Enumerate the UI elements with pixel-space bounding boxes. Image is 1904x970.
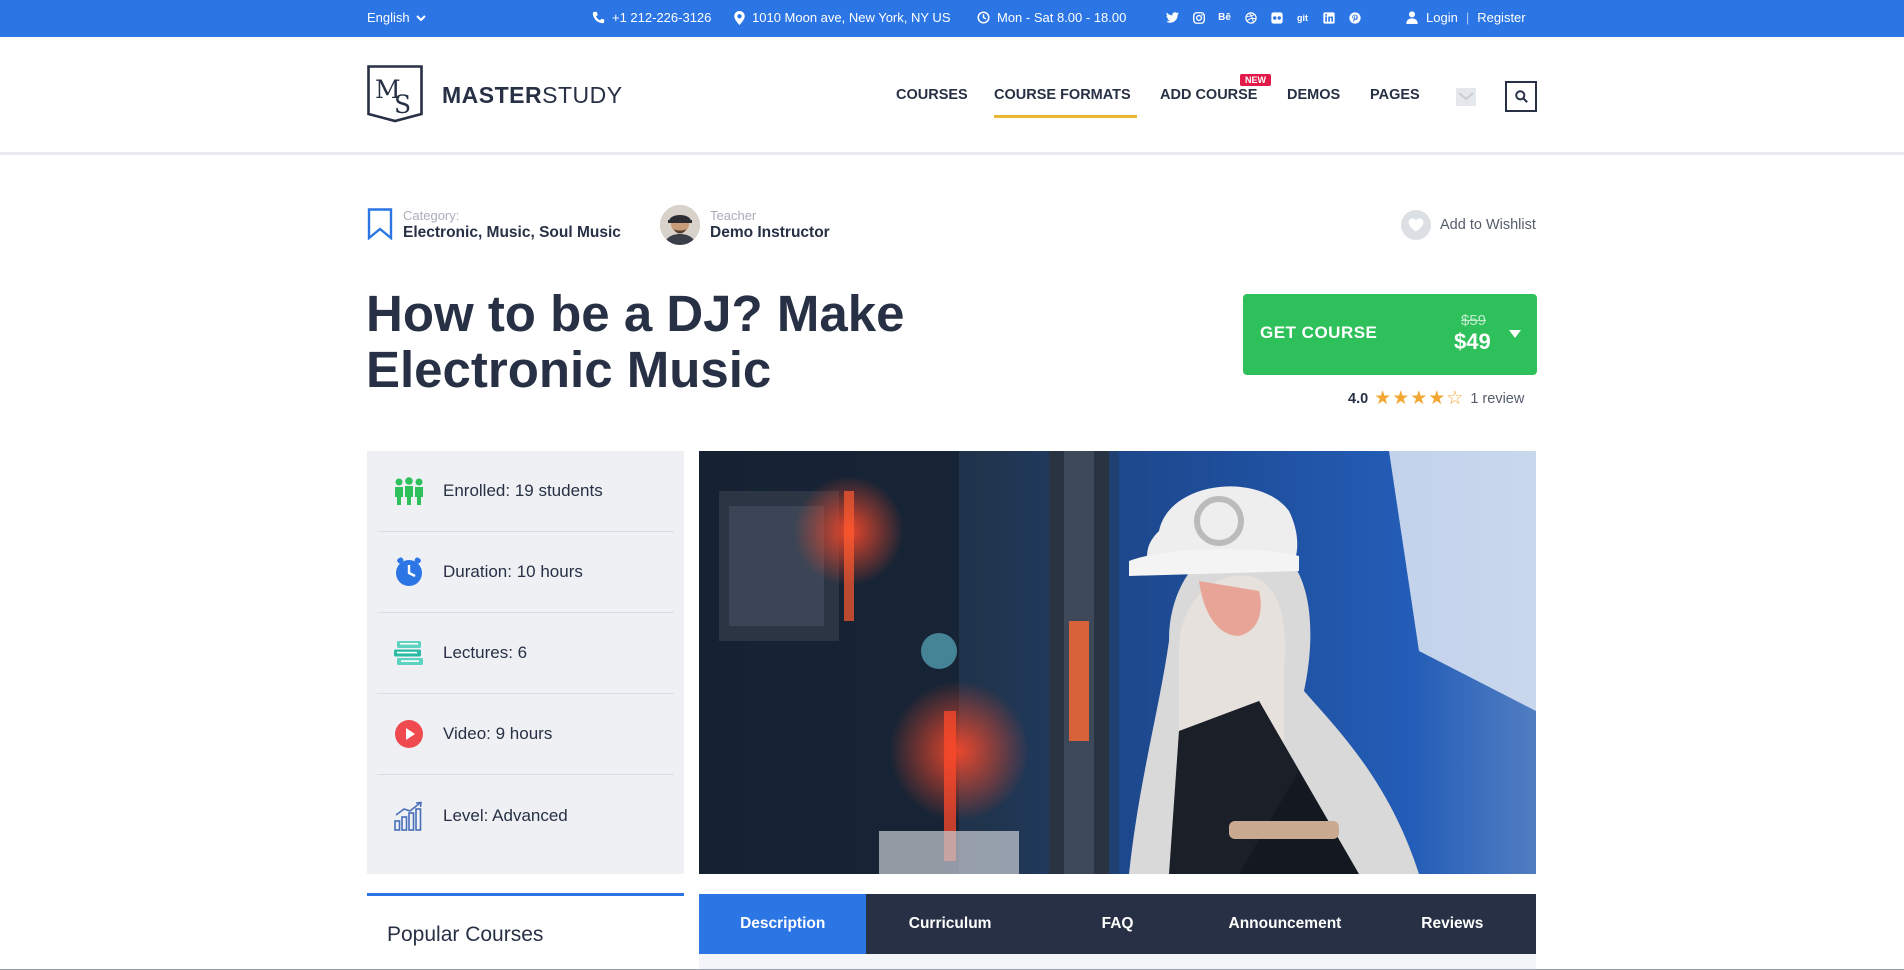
search-button[interactable] [1505, 81, 1537, 112]
language-label: English [367, 10, 410, 25]
search-icon [1514, 90, 1528, 103]
course-category: Category: Electronic, Music, Soul Music [367, 208, 621, 242]
address-text: 1010 Moon ave, New York, NY US [752, 10, 951, 25]
category-value[interactable]: Electronic, Music, Soul Music [403, 224, 621, 242]
dribbble-icon[interactable] [1243, 10, 1258, 25]
bookmark-icon [367, 208, 393, 240]
rating-score: 4.0 [1348, 390, 1369, 407]
logo-mark[interactable]: M S [367, 65, 423, 123]
clock-outline-icon [977, 11, 990, 24]
tab-reviews[interactable]: Reviews [1369, 894, 1536, 954]
logo-text[interactable]: MASTERSTUDY [442, 82, 623, 109]
play-icon [394, 719, 424, 749]
chevron-down-icon [415, 14, 426, 21]
git-icon[interactable]: git [1295, 10, 1310, 25]
info-level: Level: Advanced [377, 775, 674, 856]
info-duration-text: Duration: 10 hours [443, 562, 583, 581]
nav-pages[interactable]: PAGES [1370, 87, 1420, 103]
map-pin-icon [734, 10, 745, 25]
teacher-name[interactable]: Demo Instructor [710, 224, 830, 242]
heart-icon-wrap [1401, 210, 1431, 240]
students-icon [394, 476, 424, 506]
info-level-text: Level: Advanced [443, 805, 568, 825]
nav-course-formats[interactable]: COURSE FORMATS [994, 87, 1137, 118]
login-link[interactable]: Login [1426, 10, 1458, 25]
info-video: Video: 9 hours [377, 694, 674, 775]
tab-curriculum[interactable]: Curriculum [866, 894, 1033, 954]
info-lectures: Lectures: 6 [377, 613, 674, 694]
flickr-icon[interactable] [1269, 10, 1284, 25]
hours-text: Mon - Sat 8.00 - 18.00 [997, 10, 1127, 25]
svg-text:S: S [394, 90, 411, 119]
register-link[interactable]: Register [1477, 10, 1525, 25]
pinterest-icon[interactable] [1347, 10, 1362, 25]
course-hero-image [699, 451, 1536, 874]
nav-demos[interactable]: DEMOS [1287, 87, 1340, 103]
heart-icon [1408, 218, 1424, 232]
popular-courses-widget: Popular Courses [367, 893, 684, 970]
level-chart-icon [394, 801, 424, 831]
linkedin-icon[interactable] [1321, 10, 1336, 25]
twitter-icon[interactable] [1165, 10, 1180, 25]
language-selector[interactable]: English [367, 10, 426, 25]
add-to-wishlist[interactable]: Add to Wishlist [1401, 210, 1536, 240]
course-tabs: Description Curriculum FAQ Announcement … [699, 894, 1536, 954]
old-price: $59 [1461, 312, 1487, 329]
user-icon [1406, 11, 1418, 24]
social-links: Bē git [1165, 10, 1362, 25]
get-course-label: GET COURSE [1260, 323, 1378, 342]
reviews-link[interactable]: 1 review [1470, 391, 1524, 407]
divider: | [1465, 10, 1470, 25]
phone-number: +1 212-226-3126 [612, 10, 712, 25]
instagram-icon[interactable] [1191, 10, 1206, 25]
hours-info: Mon - Sat 8.00 - 18.00 [977, 10, 1126, 25]
behance-icon[interactable]: Bē [1217, 10, 1232, 25]
tab-announcement[interactable]: Announcement [1201, 894, 1368, 954]
phone-info[interactable]: +1 212-226-3126 [592, 10, 711, 25]
logo-light: STUDY [542, 82, 623, 108]
top-bar: English +1 212-226-3126 1010 Moon ave, N… [0, 0, 1904, 37]
new-badge: NEW [1240, 74, 1271, 86]
tab-description[interactable]: Description [699, 894, 867, 954]
address-info: 1010 Moon ave, New York, NY US [734, 10, 951, 25]
course-rating: 4.0 ★★★★☆ 1 review [1348, 387, 1524, 410]
course-teacher[interactable]: Teacher Demo Instructor [660, 205, 830, 245]
site-header: M S MASTERSTUDY COURSES COURSE FORMATS A… [0, 37, 1904, 155]
category-label: Category: [403, 208, 460, 223]
get-course-button[interactable]: GET COURSE $59 $49 [1243, 294, 1537, 375]
nav-courses[interactable]: COURSES [896, 87, 968, 103]
current-price: $49 [1454, 329, 1491, 354]
nav-add-course[interactable]: ADD COURSE [1160, 87, 1257, 103]
tab-faq[interactable]: FAQ [1034, 894, 1201, 954]
popular-courses-title: Popular Courses [387, 923, 544, 946]
books-icon [394, 638, 424, 668]
rating-stars: ★★★★☆ [1374, 388, 1465, 409]
teacher-label: Teacher [710, 208, 757, 223]
info-duration: Duration: 10 hours [377, 532, 674, 613]
cart-icon[interactable] [1455, 87, 1477, 107]
phone-icon [592, 11, 605, 24]
teacher-avatar[interactable] [660, 205, 700, 245]
info-enrolled: Enrolled: 19 students [377, 451, 674, 532]
logo-bold: MASTER [442, 82, 543, 108]
tab-content-area [699, 954, 1536, 970]
info-enrolled-text: Enrolled: 19 students [443, 481, 603, 500]
caret-down-icon[interactable] [1509, 330, 1521, 338]
info-lectures-text: Lectures: 6 [443, 643, 528, 662]
course-title: How to be a DJ? Make Electronic Music [366, 285, 905, 398]
info-video-text: Video: 9 hours [443, 724, 553, 743]
clock-icon [394, 557, 424, 587]
course-info-panel: Enrolled: 19 students Duration: 10 hours… [367, 451, 684, 874]
auth-links: Login | Register [1406, 10, 1526, 25]
wishlist-label: Add to Wishlist [1440, 217, 1536, 233]
